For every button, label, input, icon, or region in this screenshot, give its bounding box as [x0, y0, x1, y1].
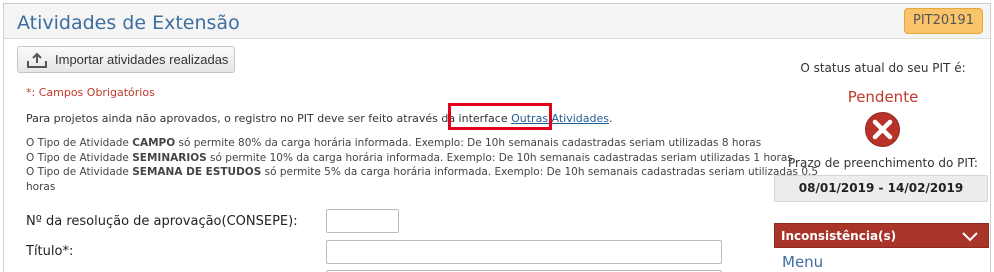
- rule-semana-estudos: O Tipo de Atividade SEMANA DE ESTUDOS só…: [26, 165, 818, 180]
- status-label: O status atual do seu PIT é:: [800, 61, 966, 75]
- rule-suffix: só permite 5% da carga horária informada…: [261, 166, 819, 178]
- resolucao-input[interactable]: [326, 209, 399, 233]
- rule-suffix: só permite 10% da carga horária informad…: [206, 151, 793, 164]
- rule-continuation: horas: [26, 180, 766, 195]
- required-fields-note: *: Campos Obrigatórios: [26, 86, 155, 99]
- resolucao-label: Nº da resolução de aprovação(CONSEPE):: [26, 214, 298, 229]
- info-note-prefix: Para projetos ainda não aprovados, o reg…: [26, 112, 512, 125]
- rule-prefix: horas: [26, 180, 56, 193]
- status-value: Pendente: [847, 88, 919, 106]
- rule-prefix: O Tipo de Atividade: [26, 166, 133, 178]
- pit-badge: PIT20191: [904, 8, 983, 34]
- rule-type: SEMANA DE ESTUDOS: [132, 166, 262, 178]
- panel-header: Atividades de Extensão PIT20191: [4, 4, 990, 39]
- prazo-value: 08/01/2019 - 14/02/2019: [774, 175, 988, 202]
- inconsistencias-toggle[interactable]: Inconsistência(s): [774, 223, 989, 248]
- import-activities-label: Importar atividades realizadas: [55, 52, 229, 67]
- rule-seminarios: O Tipo de Atividade SEMINARIOS só permit…: [26, 151, 793, 166]
- menu-heading: Menu: [782, 253, 824, 271]
- chevron-down-icon: [962, 232, 978, 242]
- inconsistencias-label: Inconsistência(s): [781, 229, 897, 243]
- import-activities-button[interactable]: Importar atividades realizadas: [17, 46, 235, 73]
- error-x-icon: [865, 112, 900, 147]
- main-panel: Atividades de Extensão PIT20191 Importar…: [3, 3, 991, 272]
- rule-suffix: só permite 80% da carga horária informad…: [175, 137, 762, 149]
- upload-icon: [27, 52, 47, 68]
- activity-rules: O Tipo de Atividade CAMPO só permite 80%…: [26, 136, 818, 195]
- titulo-label: Título*:: [26, 244, 74, 259]
- rule-prefix: O Tipo de Atividade: [26, 151, 133, 164]
- page-title: Atividades de Extensão: [17, 12, 240, 34]
- prazo-label: Prazo de preenchimento do PIT:: [788, 156, 978, 170]
- rule-type: CAMPO: [132, 137, 176, 149]
- info-note-suffix: .: [609, 112, 613, 125]
- rule-campo: O Tipo de Atividade CAMPO só permite 80%…: [26, 136, 766, 151]
- highlight-box: [448, 103, 552, 130]
- rule-prefix: O Tipo de Atividade: [26, 137, 133, 149]
- titulo-input[interactable]: [326, 240, 722, 264]
- rule-type: SEMINARIOS: [132, 151, 207, 164]
